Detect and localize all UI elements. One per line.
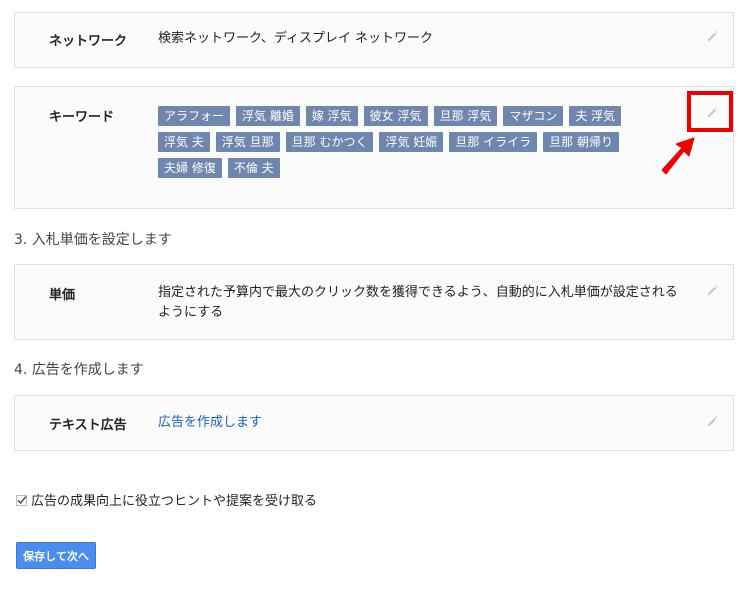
keyword-tag: 夫 浮気 <box>569 106 622 126</box>
keyword-tag-list: アラフォー 浮気 離婚嫁 浮気 彼女 浮気 旦那 浮気 マザコン夫 浮気浮気 夫浮気 旦… <box>158 106 678 178</box>
ad-section-title: 4. 広告を作成します <box>14 362 144 378</box>
keyword-tag: 浮気 夫 <box>158 132 210 152</box>
keyword-tag: 嫁 浮気 <box>305 106 358 126</box>
save-and-next-button[interactable]: 保存して次へ <box>16 542 96 569</box>
keyword-tag: マザコン <box>503 106 564 126</box>
hints-checkbox-row: 広告の成果向上に役立つヒントや提案を受け取る <box>16 490 317 509</box>
keyword-tag: 旦那 朝帰り <box>543 132 619 152</box>
edit-network-pencil-icon[interactable] <box>707 30 719 42</box>
keyword-tag: 浮気 旦那 <box>215 132 280 152</box>
network-card: ネットワーク 検索ネットワーク、ディスプレイ ネットワーク <box>14 12 734 68</box>
keyword-tag: 彼女 浮気 <box>363 106 428 126</box>
network-label: ネットワーク <box>49 34 128 49</box>
text-ad-card: テキスト広告 広告を作成します <box>14 395 734 451</box>
hints-checkbox-checkmark-icon[interactable] <box>16 495 27 506</box>
keyword-tag: 浮気 妊娠 <box>379 132 444 152</box>
keyword-tag: 浮気 離婚 <box>236 106 300 126</box>
edit-bid-pencil-icon[interactable] <box>707 284 719 296</box>
keyword-label: キーワード <box>49 110 115 125</box>
edit-keyword-pencil-icon[interactable] <box>707 106 719 118</box>
bid-value: 指定された予算内で最大のクリック数を獲得できるよう、自動的に入札単価が設定される… <box>158 285 678 320</box>
keyword-tag: 旦那 むかつく <box>285 132 374 152</box>
text-ad-label: テキスト広告 <box>49 418 127 433</box>
page: ネットワーク 検索ネットワーク、ディスプレイ ネットワーク キーワード アラフォ… <box>0 0 750 592</box>
keyword-tag: アラフォー <box>158 106 231 126</box>
hints-label: 広告の成果向上に役立つヒントや提案を受け取る <box>31 494 318 509</box>
keyword-card: キーワード アラフォー 浮気 離婚嫁 浮気 彼女 浮気 旦那 浮気 マザコン夫 浮気浮気… <box>14 86 734 209</box>
network-value: 検索ネットワーク、ディスプレイ ネットワーク <box>158 31 434 46</box>
create-ad-link[interactable]: 広告を作成します <box>158 413 262 433</box>
bid-card: 単価 指定された予算内で最大のクリック数を獲得できるよう、自動的に入札単価が設定… <box>14 264 734 340</box>
keyword-tag: 不倫 夫 <box>227 158 280 178</box>
keyword-tag: 旦那 イライラ <box>449 132 538 152</box>
bid-label: 単価 <box>49 288 76 303</box>
keyword-tag: 旦那 浮気 <box>433 106 498 126</box>
edit-text-ad-pencil-icon[interactable] <box>707 415 719 427</box>
bid-section-title: 3. 入札単価を設定します <box>14 232 172 248</box>
keyword-tag: 夫婦 修復 <box>158 158 222 178</box>
